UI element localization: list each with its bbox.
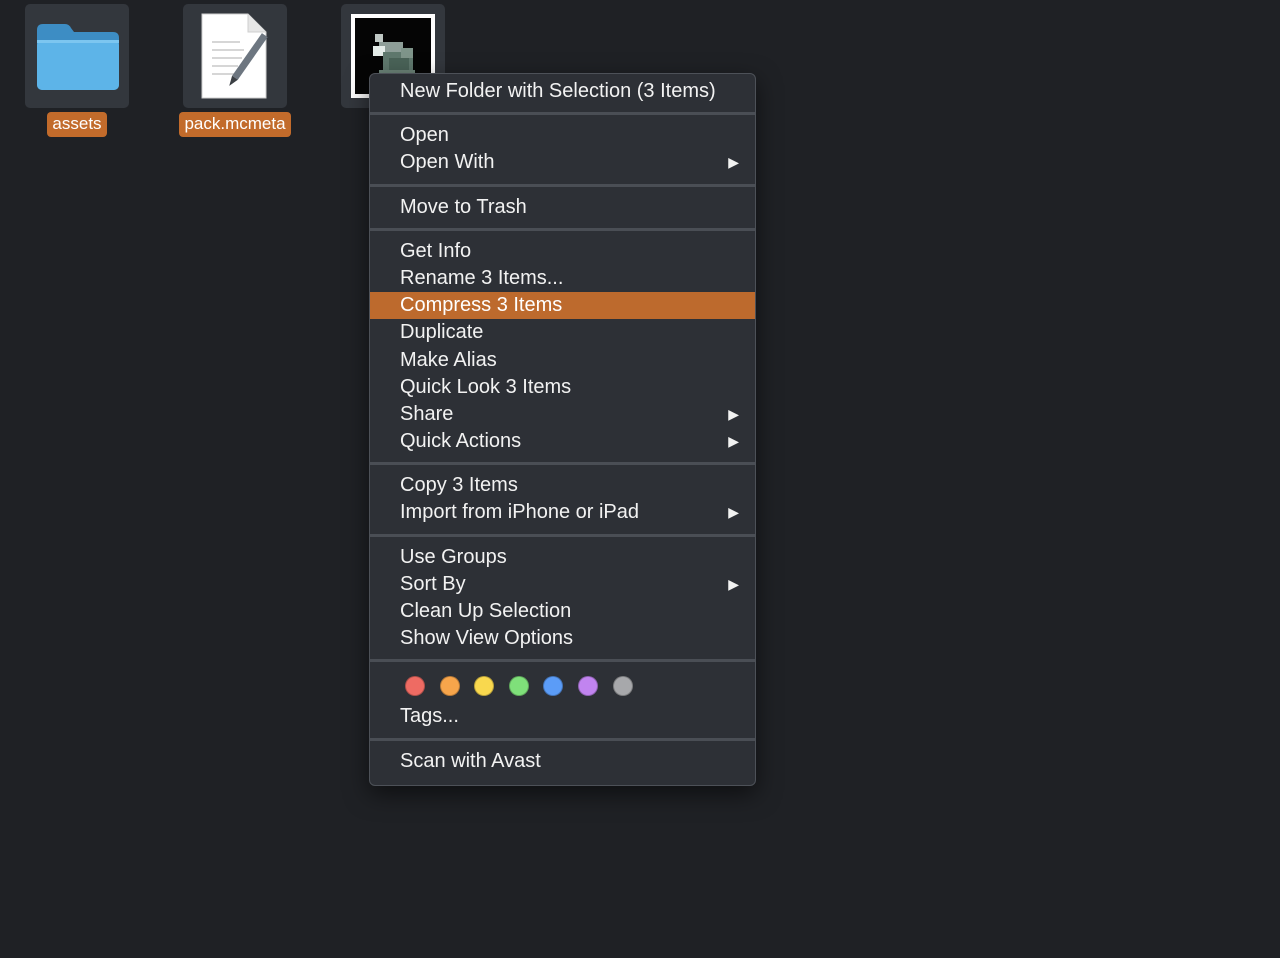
menu-item-use-groups[interactable]: Use Groups: [370, 544, 755, 571]
menu-item-compress[interactable]: Compress 3 Items: [370, 292, 755, 320]
menu-item-import-from-iphone[interactable]: Import from iPhone or iPad ▶: [370, 499, 755, 526]
menu-item-label: Open: [400, 124, 449, 147]
menu-separator: [370, 462, 755, 466]
submenu-arrow-icon: ▶: [728, 154, 739, 171]
menu-item-label: Tags...: [400, 705, 459, 728]
desktop-item-label: pack.mcmeta: [179, 112, 291, 137]
menu-item-label: Show View Options: [400, 627, 574, 650]
menu-item-move-to-trash[interactable]: Move to Trash: [370, 194, 755, 221]
menu-item-label: Rename 3 Items...: [400, 266, 564, 289]
desktop: assets pack.mcmeta New Folder with Selec…: [0, 0, 1280, 958]
menu-item-label: Quick Look 3 Items: [400, 375, 572, 398]
document-icon-box[interactable]: [183, 4, 287, 108]
menu-item-quick-look[interactable]: Quick Look 3 Items: [370, 374, 755, 401]
menu-separator: [370, 112, 755, 116]
menu-item-duplicate[interactable]: Duplicate: [370, 319, 755, 346]
menu-item-label: New Folder with Selection (3 Items): [400, 80, 716, 102]
menu-item-label: Duplicate: [400, 321, 484, 344]
menu-item-clean-up-selection[interactable]: Clean Up Selection: [370, 598, 755, 625]
menu-item-label: Import from iPhone or iPad: [400, 501, 639, 524]
menu-item-label: Sort By: [400, 572, 466, 595]
desktop-item-assets[interactable]: assets: [2, 4, 152, 137]
menu-item-label: Open With: [400, 151, 495, 174]
tag-green-dot[interactable]: [508, 676, 529, 697]
menu-item-label: Quick Actions: [400, 430, 522, 453]
menu-item-label: Get Info: [400, 239, 472, 262]
menu-item-rename[interactable]: Rename 3 Items...: [370, 265, 755, 292]
menu-separator: [370, 659, 755, 663]
menu-item-open-with[interactable]: Open With ▶: [370, 149, 755, 176]
tag-yellow-dot[interactable]: [474, 676, 495, 697]
tag-red-dot[interactable]: [405, 676, 425, 697]
tag-gray-dot[interactable]: [612, 676, 633, 697]
submenu-arrow-icon: ▶: [728, 504, 739, 521]
menu-item-sort-by[interactable]: Sort By ▶: [370, 571, 755, 598]
menu-item-copy[interactable]: Copy 3 Items: [370, 472, 755, 499]
menu-item-tags[interactable]: Tags...: [370, 703, 755, 730]
menu-item-label: Compress 3 Items: [400, 294, 563, 317]
tag-purple-dot[interactable]: [577, 676, 598, 697]
submenu-arrow-icon: ▶: [728, 433, 739, 450]
menu-item-show-view-options[interactable]: Show View Options: [370, 625, 755, 652]
menu-item-new-folder-with-selection[interactable]: New Folder with Selection (3 Items): [370, 78, 755, 105]
menu-separator: [370, 737, 755, 741]
menu-item-get-info[interactable]: Get Info: [370, 238, 755, 265]
desktop-item-label: assets: [47, 112, 107, 137]
menu-item-make-alias[interactable]: Make Alias: [370, 347, 755, 374]
desktop-item-pack-mcmeta[interactable]: pack.mcmeta: [160, 4, 310, 137]
menu-item-label: Scan with Avast: [400, 749, 541, 772]
submenu-arrow-icon: ▶: [728, 575, 739, 592]
menu-item-scan-with-avast[interactable]: Scan with Avast: [370, 748, 755, 775]
tag-blue-dot[interactable]: [543, 676, 564, 697]
menu-separator: [370, 227, 755, 231]
menu-item-label: Share: [400, 402, 454, 425]
menu-item-label: Use Groups: [400, 545, 507, 568]
menu-separator: [370, 183, 755, 187]
context-menu: New Folder with Selection (3 Items) Open…: [369, 73, 756, 786]
menu-item-label: Clean Up Selection: [400, 600, 572, 622]
menu-separator: [370, 533, 755, 537]
folder-icon: [37, 24, 119, 90]
folder-icon-box[interactable]: [25, 4, 129, 108]
menu-item-open[interactable]: Open: [370, 122, 755, 149]
text-document-icon: [201, 13, 268, 99]
menu-item-quick-actions[interactable]: Quick Actions ▶: [370, 428, 755, 455]
tag-orange-dot[interactable]: [439, 676, 460, 697]
menu-item-label: Move to Trash: [400, 195, 527, 218]
menu-item-label: Make Alias: [400, 348, 497, 371]
menu-item-share[interactable]: Share ▶: [370, 401, 755, 428]
submenu-arrow-icon: ▶: [728, 405, 739, 422]
tag-colors-row: [370, 669, 755, 703]
menu-item-label: Copy 3 Items: [400, 474, 518, 497]
